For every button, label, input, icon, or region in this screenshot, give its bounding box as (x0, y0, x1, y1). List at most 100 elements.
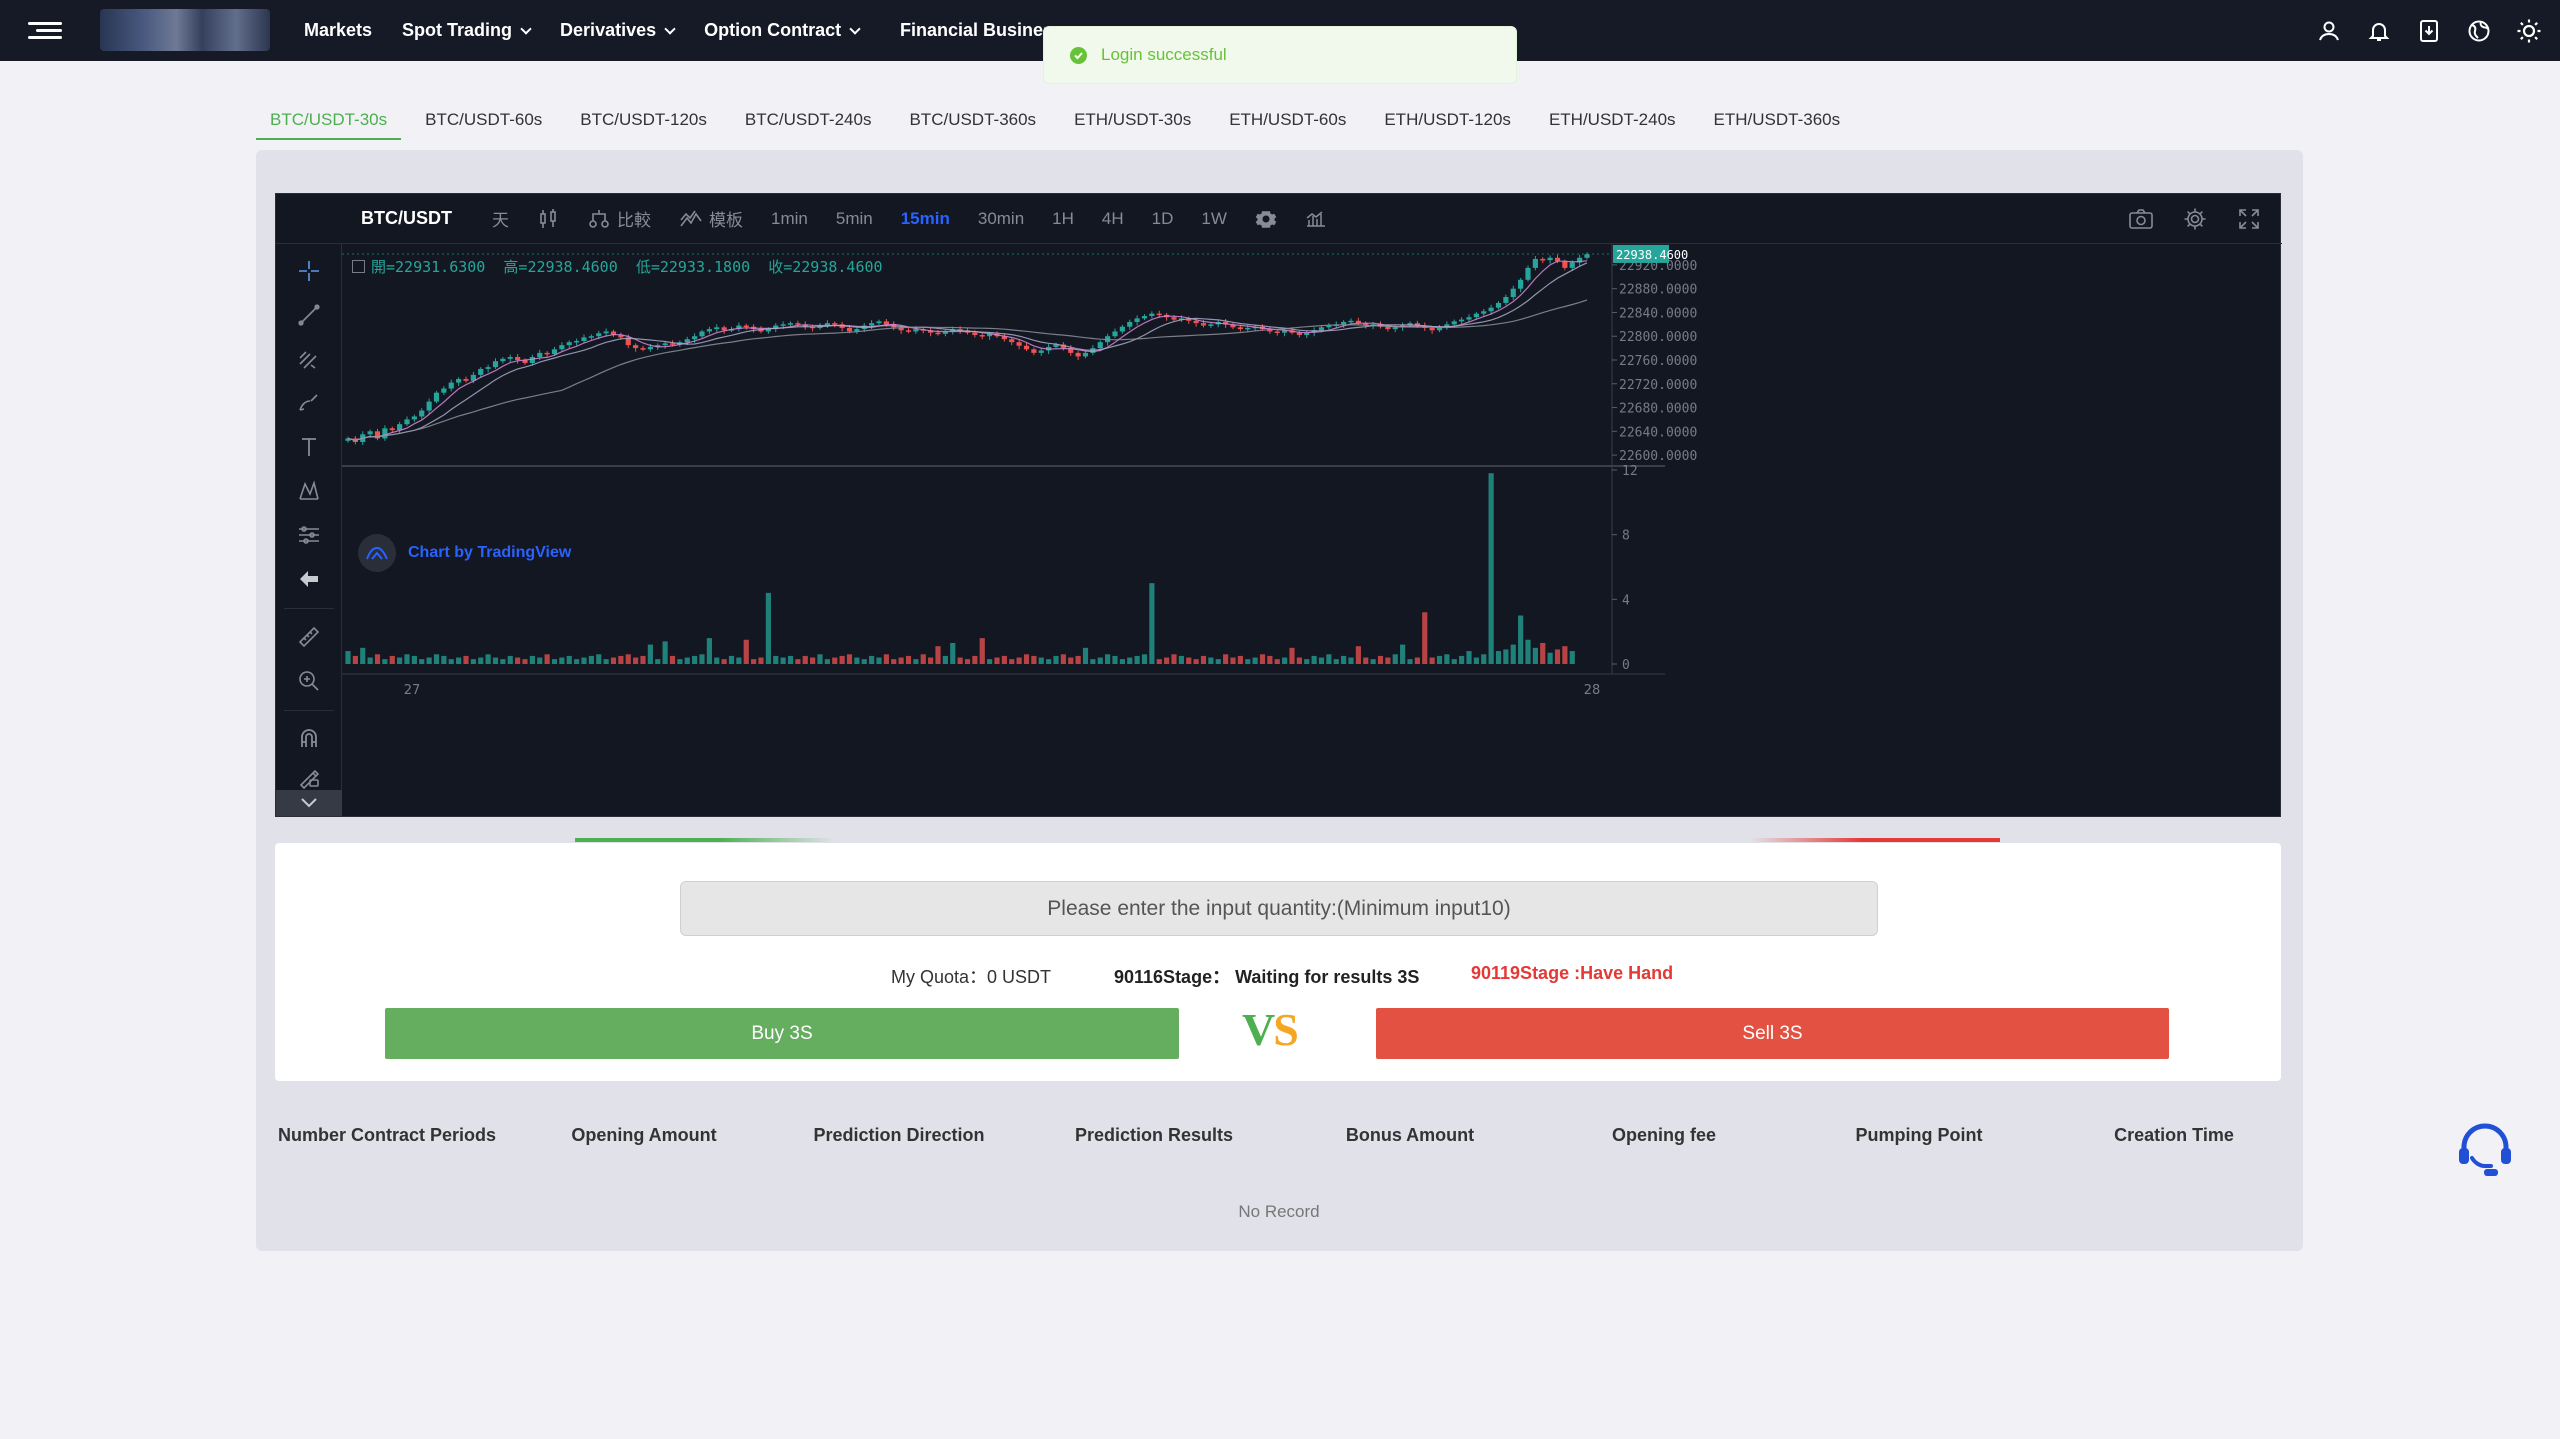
prediction-tool-icon[interactable] (294, 520, 324, 550)
globe-icon[interactable] (2464, 16, 2494, 46)
buy-button[interactable]: Buy 3S (385, 1008, 1179, 1059)
candle-body (1193, 320, 1199, 324)
candle-body (1237, 327, 1243, 330)
brush-icon[interactable] (294, 388, 324, 418)
nav-derivatives[interactable]: Derivatives (560, 20, 676, 41)
bell-icon[interactable] (2364, 16, 2394, 46)
pattern-tool-icon[interactable] (294, 476, 324, 506)
day-button[interactable]: 天 (492, 206, 509, 231)
back-arrow-icon[interactable] (294, 564, 324, 594)
magnet-icon[interactable] (294, 724, 324, 754)
tab-btc-120s[interactable]: BTC/USDT-120s (566, 104, 721, 140)
candle-body (1392, 327, 1398, 330)
user-icon[interactable] (2314, 16, 2344, 46)
candle-body (1119, 326, 1125, 332)
ohlc-low-label: 低= (635, 258, 660, 276)
zoom-in-icon[interactable] (294, 666, 324, 696)
candle-body (1171, 317, 1177, 320)
template-button[interactable]: 模板 (679, 206, 743, 231)
legend-toggle[interactable] (352, 260, 365, 273)
tab-btc-360s[interactable]: BTC/USDT-360s (895, 104, 1050, 140)
sell-button[interactable]: Sell 3S (1376, 1008, 2169, 1059)
candle-body (441, 388, 447, 393)
candle-style-button[interactable] (537, 208, 559, 230)
volume-bar (374, 654, 381, 664)
compare-label: 比較 (617, 211, 651, 230)
indicators-button[interactable] (1305, 210, 1327, 228)
hamburger-menu-icon[interactable] (28, 22, 62, 40)
interval-5min[interactable]: 5min (836, 209, 873, 229)
nav-financial-business[interactable]: Financial Business (900, 0, 1045, 61)
volume-tick-label: 0 (1622, 658, 1630, 673)
volume-bar (1289, 647, 1295, 664)
candle-body (972, 332, 978, 336)
tab-btc-240s[interactable]: BTC/USDT-240s (731, 104, 886, 140)
interval-30min[interactable]: 30min (978, 209, 1024, 229)
tab-btc-30s[interactable]: BTC/USDT-30s (256, 104, 402, 140)
col-opening-fee: Opening fee (1611, 1125, 1717, 1145)
tab-eth-30s[interactable]: ETH/USDT-30s (1060, 104, 1205, 140)
candle-body (389, 428, 395, 431)
candle-body (411, 416, 417, 420)
nav-markets[interactable]: Markets (304, 20, 372, 41)
volume-bar (692, 655, 698, 664)
tradingview-chart[interactable]: BTC/USDT 天 比較 模板 1min 5min 15min 30min 1… (275, 193, 2282, 817)
chart-symbol[interactable]: BTC/USDT (361, 208, 452, 229)
candle-body (1569, 262, 1575, 268)
settings-gear-icon[interactable] (2180, 204, 2210, 234)
interval-15min[interactable]: 15min (901, 209, 950, 229)
price-chart-svg[interactable]: 22920.000022880.000022840.000022800.0000… (342, 244, 2282, 816)
chart-settings-button[interactable] (1255, 208, 1277, 230)
moving-average-line (347, 299, 1588, 441)
volume-bar (684, 657, 690, 664)
interval-1w[interactable]: 1W (1201, 209, 1227, 229)
stage-waiting-status: 90116Stage： Waiting for results 3S (1114, 967, 1420, 987)
interval-1min[interactable]: 1min (771, 209, 808, 229)
download-icon[interactable] (2414, 16, 2444, 46)
volume-bar (1141, 654, 1148, 664)
fullscreen-icon[interactable] (2234, 204, 2264, 234)
compare-button[interactable]: 比較 (587, 206, 651, 231)
volume-bar (883, 654, 889, 664)
interval-1d[interactable]: 1D (1152, 209, 1174, 229)
volume-bar (522, 659, 528, 664)
template-label: 模板 (709, 211, 743, 230)
volume-bar (846, 654, 853, 664)
candle-body (515, 357, 521, 360)
ruler-icon[interactable] (294, 622, 324, 652)
camera-icon[interactable] (2126, 204, 2156, 234)
nav-spot-trading[interactable]: Spot Trading (402, 20, 532, 41)
volume-bar (832, 657, 838, 664)
nav-option-contract[interactable]: Option Contract (704, 20, 861, 41)
volume-bar (1562, 646, 1568, 664)
customer-support-icon[interactable] (2456, 1120, 2514, 1178)
candle-body (1547, 257, 1553, 261)
col-pumping-point: Pumping Point (1855, 1125, 1983, 1145)
interval-1h[interactable]: 1H (1052, 209, 1074, 229)
crosshair-icon[interactable] (294, 256, 324, 286)
volume-bar (1436, 655, 1443, 664)
chart-plot-area[interactable]: 22920.0000 22880.0000 22840.0000 22800.0000… (342, 244, 2282, 816)
fib-tool-icon[interactable] (294, 344, 324, 374)
trade-box: My Quota：0 USDT 90116Stage： Waiting for … (275, 838, 2281, 1081)
time-tick-label: 28 (1584, 683, 1601, 698)
text-tool-icon[interactable] (294, 432, 324, 462)
collapse-toolbar-button[interactable] (276, 790, 342, 816)
quantity-input[interactable] (680, 881, 1878, 936)
volume-bar (389, 655, 395, 664)
sun-icon[interactable] (2514, 16, 2544, 46)
volume-bar (979, 638, 985, 664)
interval-4h[interactable]: 4H (1102, 209, 1124, 229)
candle-body (1341, 321, 1347, 325)
site-logo[interactable] (100, 9, 270, 51)
tab-eth-60s[interactable]: ETH/USDT-60s (1215, 104, 1360, 140)
tab-eth-120s[interactable]: ETH/USDT-120s (1370, 104, 1525, 140)
trend-line-icon[interactable] (294, 300, 324, 330)
tab-btc-60s[interactable]: BTC/USDT-60s (411, 104, 556, 140)
volume-bar (1444, 654, 1450, 664)
tab-eth-360s[interactable]: ETH/USDT-360s (1700, 104, 1855, 140)
tradingview-badge[interactable]: Chart by TradingView (358, 534, 571, 572)
volume-bar (1178, 655, 1184, 664)
tab-eth-240s[interactable]: ETH/USDT-240s (1535, 104, 1690, 140)
lock-drawings-icon[interactable] (294, 762, 324, 792)
